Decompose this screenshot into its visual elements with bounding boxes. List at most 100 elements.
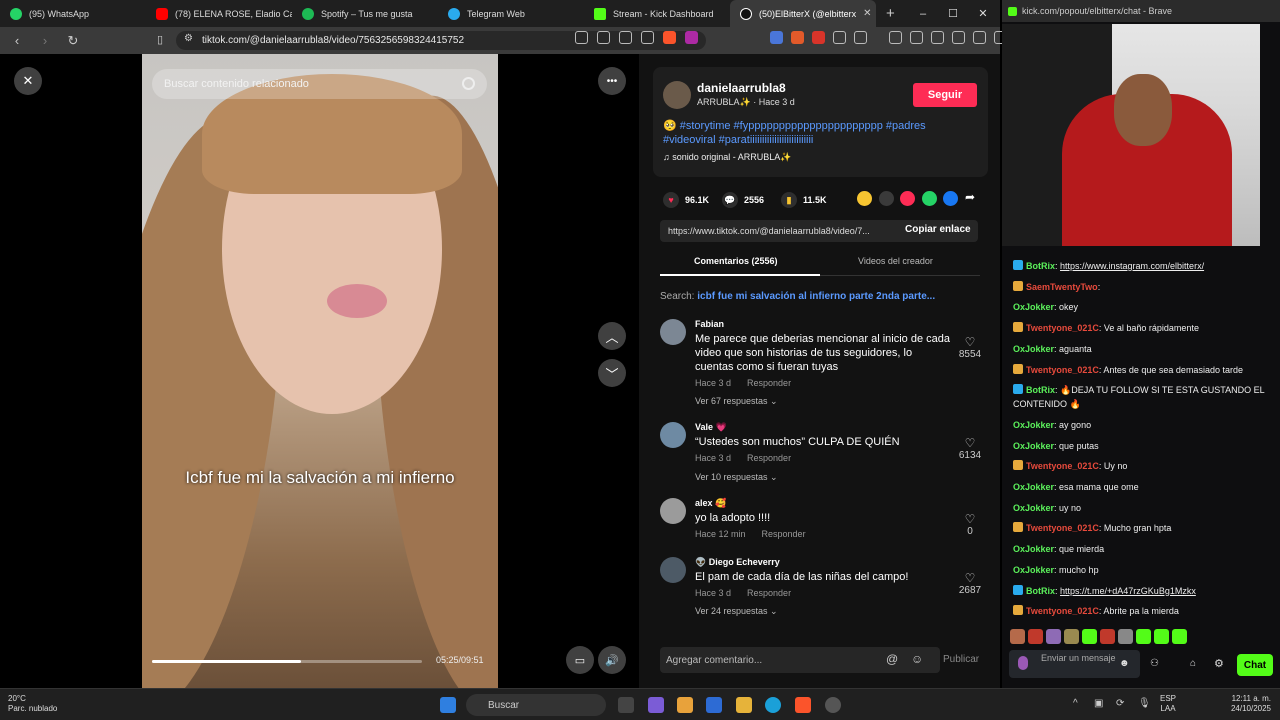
chat-username[interactable]: OxJokker xyxy=(1013,503,1054,513)
chat-username[interactable]: Twentyone_021C xyxy=(1026,606,1099,616)
back-icon[interactable]: ‹ xyxy=(8,33,26,48)
file-explorer-icon[interactable] xyxy=(736,697,752,713)
chat-username[interactable]: OxJokker xyxy=(1013,482,1054,492)
related-search-input[interactable]: Buscar contenido relacionado xyxy=(152,69,487,99)
close-tab-icon[interactable]: ✕ xyxy=(863,8,871,19)
tab-telegram[interactable]: Telegram Web xyxy=(438,0,584,27)
task-view-icon[interactable] xyxy=(618,697,634,713)
comment-like-button[interactable]: ♡ 6134 xyxy=(955,436,985,461)
vpn-icon[interactable] xyxy=(973,31,986,44)
username[interactable]: danielaarrubla8 xyxy=(697,81,786,95)
extension-box-icon[interactable] xyxy=(833,31,846,44)
edge-icon[interactable] xyxy=(765,697,781,713)
sidebar-icon[interactable] xyxy=(910,31,923,44)
avatar[interactable] xyxy=(663,81,691,109)
tray-chevron-icon[interactable]: ^ xyxy=(1073,698,1078,709)
install-icon[interactable] xyxy=(597,31,610,44)
reply-button[interactable]: Responder xyxy=(747,453,791,463)
like-button[interactable]: ♥ 96.1K xyxy=(663,192,709,208)
share-page-icon[interactable] xyxy=(641,31,654,44)
extension-m-icon[interactable] xyxy=(812,31,825,44)
chat-username[interactable]: BotRix xyxy=(1026,261,1055,271)
store-icon[interactable]: ⌂ xyxy=(1190,658,1196,669)
comment-like-button[interactable]: ♡ 0 xyxy=(955,512,985,537)
extension-fox-icon[interactable] xyxy=(791,31,804,44)
tray-app-icon[interactable]: ▣ xyxy=(1094,698,1103,709)
emote[interactable] xyxy=(1082,629,1097,644)
taskbar-search[interactable]: Buscar xyxy=(466,694,606,716)
site-settings-icon[interactable]: ⚙ xyxy=(184,33,193,44)
comment-search-suggestion[interactable]: Search: icbf fue mi salvación al infiern… xyxy=(660,291,935,302)
copilot-icon[interactable] xyxy=(677,697,693,713)
mention-icon[interactable]: @ xyxy=(886,652,898,666)
avatar[interactable] xyxy=(660,557,686,583)
comment-like-button[interactable]: ♡ 2687 xyxy=(955,571,985,596)
chat-username[interactable]: Twentyone_021C xyxy=(1026,523,1099,533)
comment-user[interactable]: 👽 Diego Echeverry xyxy=(695,557,780,568)
emoji-picker-icon[interactable]: ☻ xyxy=(1119,658,1130,669)
volume-icon[interactable]: 🔊 xyxy=(598,646,626,674)
settings-icon[interactable]: ⚙ xyxy=(1214,657,1224,670)
windows-start-icon[interactable] xyxy=(440,697,456,713)
tab-tiktok[interactable]: (50)ElBitterX (@elbitterx ✕ xyxy=(730,0,876,27)
comment-user[interactable]: Fabian xyxy=(695,319,724,329)
video-progress-bar[interactable] xyxy=(152,660,422,663)
brave-rewards-icon[interactable] xyxy=(685,31,698,44)
post-description[interactable]: 🥺 #storytime #fypppppppppppppppppppppp #… xyxy=(663,119,978,147)
weather-widget[interactable]: 20°C Parc. nublado xyxy=(8,694,57,714)
chat-username[interactable]: OxJokker xyxy=(1013,344,1054,354)
copy-link-button[interactable]: Copiar enlace xyxy=(905,224,971,235)
more-options-icon[interactable]: ••• xyxy=(598,67,626,95)
bookmark-icon[interactable]: ▯ xyxy=(157,33,163,46)
store-app-icon[interactable] xyxy=(706,697,722,713)
emote[interactable] xyxy=(1136,629,1151,644)
tab-youtube[interactable]: (78) ELENA ROSE, Eladio Carrió xyxy=(146,0,292,27)
emote[interactable] xyxy=(1118,629,1133,644)
emote[interactable] xyxy=(1028,629,1043,644)
chat-username[interactable]: Twentyone_021C xyxy=(1026,323,1099,333)
obs-icon[interactable] xyxy=(825,697,841,713)
chat-username[interactable]: OxJokker xyxy=(1013,420,1054,430)
tab-kick-dashboard[interactable]: Stream - Kick Dashboard xyxy=(584,0,730,27)
avatar[interactable] xyxy=(660,319,686,345)
media-icon[interactable] xyxy=(889,31,902,44)
brave-icon[interactable] xyxy=(795,697,811,713)
share-arrow-icon[interactable]: ➦ xyxy=(965,190,975,204)
chat-link[interactable]: https://www.instagram.com/elbitterx/ xyxy=(1060,261,1204,271)
microphone-icon[interactable] xyxy=(1018,656,1028,670)
snipping-tool-icon[interactable] xyxy=(648,697,664,713)
chat-username[interactable]: Twentyone_021C xyxy=(1026,365,1099,375)
reply-button[interactable]: Responder xyxy=(747,588,791,598)
reply-button[interactable]: Responder xyxy=(747,378,791,388)
stream-preview[interactable] xyxy=(1002,24,1260,246)
chat-username[interactable]: OxJokker xyxy=(1013,302,1054,312)
tab-creator-videos[interactable]: Videos del creador xyxy=(858,256,933,266)
view-replies-button[interactable]: Ver 24 respuestas ⌄ xyxy=(695,606,778,617)
chat-username[interactable]: OxJokker xyxy=(1013,441,1054,451)
comment-user[interactable]: alex 🥰 xyxy=(695,498,726,509)
emote[interactable] xyxy=(1100,629,1115,644)
view-replies-button[interactable]: Ver 67 respuestas ⌄ xyxy=(695,396,778,407)
translate-icon[interactable] xyxy=(619,31,632,44)
emote[interactable] xyxy=(1010,629,1025,644)
tray-refresh-icon[interactable]: ⟳ xyxy=(1116,698,1124,709)
emoji-icon[interactable]: ☺ xyxy=(911,652,923,666)
chat-username[interactable]: SaemTwentyTwo xyxy=(1026,282,1098,292)
previous-video-button[interactable]: ︿ xyxy=(598,322,626,350)
reload-icon[interactable]: ↻ xyxy=(64,33,82,49)
publish-button[interactable]: Publicar xyxy=(943,654,979,665)
tab-spotify[interactable]: Spotify – Tus me gusta xyxy=(292,0,438,27)
video-frame[interactable] xyxy=(142,54,498,688)
minimize-button[interactable]: – xyxy=(908,8,938,20)
no-translate-icon[interactable] xyxy=(575,31,588,44)
emote[interactable] xyxy=(1154,629,1169,644)
chat-username[interactable]: BotRix xyxy=(1026,385,1055,395)
system-clock[interactable]: 12:11 a. m. 24/10/2025 xyxy=(1223,694,1271,714)
close-icon[interactable]: ✕ xyxy=(14,67,42,95)
users-icon[interactable]: ⚇ xyxy=(1150,658,1159,669)
embed-icon[interactable] xyxy=(879,191,894,206)
chat-link[interactable]: https://t.me/+dA47rzGKuBg1Mzkx xyxy=(1060,586,1196,596)
new-tab-button[interactable]: + xyxy=(876,5,905,22)
maximize-button[interactable]: ☐ xyxy=(938,7,968,20)
avatar[interactable] xyxy=(660,498,686,524)
